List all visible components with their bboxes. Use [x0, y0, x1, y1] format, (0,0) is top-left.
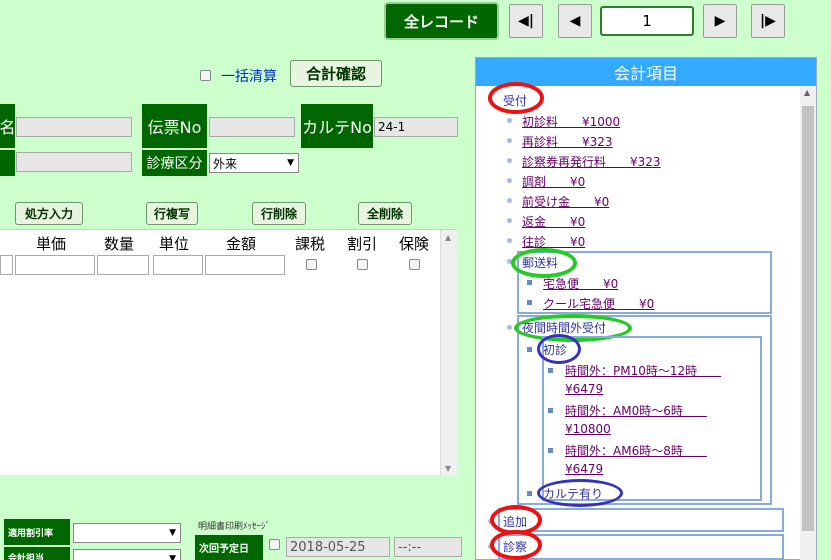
- bulk-settle-label: 一括清算: [221, 69, 277, 85]
- tree-item-first-visit-fee[interactable]: 初診料 ¥1000: [522, 113, 620, 130]
- chevron-down-icon: ▼: [169, 528, 176, 538]
- tree-square: [527, 347, 532, 352]
- name-label-row2: [0, 150, 15, 176]
- next-time-field[interactable]: --:--: [394, 537, 462, 557]
- prescription-input-button[interactable]: 処方入力: [15, 202, 83, 225]
- tree-item-revisit-fee[interactable]: 再診料 ¥323: [522, 133, 613, 150]
- slip-no-field[interactable]: [209, 117, 295, 137]
- col-header-insurance: 保険: [399, 235, 430, 253]
- grid-cell-quantity[interactable]: [97, 255, 149, 275]
- karte-no-field[interactable]: 24-1: [374, 117, 458, 137]
- col-header-taxable: 課税: [295, 235, 326, 253]
- tree-square: [527, 300, 532, 305]
- record-number-input[interactable]: 1: [600, 6, 694, 36]
- karte-no-label: カルテNo: [301, 104, 373, 148]
- grid-discount-checkbox[interactable]: [357, 259, 368, 270]
- tree-bullet: [507, 138, 512, 143]
- next-record-button[interactable]: ▶: [703, 4, 737, 38]
- tree-bullet: [507, 178, 512, 183]
- next-date-checkbox[interactable]: [269, 539, 280, 550]
- tree-item-refund[interactable]: 返金 ¥0: [522, 213, 585, 230]
- delete-row-button[interactable]: 行削除: [252, 202, 306, 225]
- grid-cell-prev[interactable]: [0, 255, 13, 275]
- tree-item-after-hours-am0[interactable]: 時間外：AM0時～6時: [565, 402, 707, 419]
- tree-bullet: [507, 325, 512, 330]
- tree-square: [527, 280, 532, 285]
- copy-row-button[interactable]: 行複写: [146, 202, 198, 225]
- dept-label: 診療区分: [142, 150, 207, 176]
- tree-item-after-hours-am6[interactable]: 時間外：AM6時～8時: [565, 442, 707, 459]
- tree-item-after-hours-am6-price[interactable]: ¥6479: [565, 462, 603, 476]
- name-field[interactable]: [16, 117, 132, 137]
- tree-item-house-call[interactable]: 往診 ¥0: [522, 233, 585, 250]
- panel-scroll-thumb[interactable]: [802, 106, 814, 531]
- scroll-up-icon[interactable]: ▲: [445, 233, 451, 242]
- grid-taxable-checkbox[interactable]: [306, 259, 317, 270]
- col-header-amount: 金額: [226, 235, 257, 253]
- grid-cell-unit-price[interactable]: [15, 255, 95, 275]
- tree-square: [527, 491, 532, 496]
- panel-title: 会計項目: [476, 58, 816, 86]
- tree-item-card-reissue-fee[interactable]: 診察券再発行料 ¥323: [522, 153, 661, 170]
- tree-item-courier[interactable]: 宅急便 ¥0: [543, 275, 618, 292]
- discount-rate-select[interactable]: ▼: [73, 523, 181, 543]
- last-record-button[interactable]: |▶: [751, 4, 785, 38]
- dept-select-value: 外来: [213, 156, 238, 171]
- tree-square: [548, 368, 553, 373]
- tree-item-dispensing[interactable]: 調剤 ¥0: [522, 173, 585, 190]
- highlight-ring: [511, 248, 577, 278]
- print-message-label: 明細書印刷ﾒｯｾｰｼﾞ: [198, 522, 271, 532]
- col-header-quantity: 数量: [104, 235, 135, 253]
- tree-bullet: [507, 158, 512, 163]
- grid-cell-unit[interactable]: [153, 255, 203, 275]
- tree-item-after-hours-am0-price[interactable]: ¥10800: [565, 422, 611, 436]
- tree-item-after-hours-pm10[interactable]: 時間外：PM10時～12時: [565, 362, 721, 379]
- highlight-ring: [537, 334, 581, 364]
- name-kana-field[interactable]: [16, 152, 132, 172]
- chevron-down-icon: ▼: [169, 554, 176, 560]
- col-header-unit: 単位: [159, 235, 190, 253]
- accounting-items-panel: 会計項目 受付 初診料 ¥1000 再診料 ¥323 診察券再発行料 ¥323 …: [475, 57, 817, 560]
- highlight-ring: [537, 479, 623, 507]
- col-header-unit-price: 単価: [36, 235, 67, 253]
- staff-select[interactable]: ▼: [73, 549, 181, 560]
- grid-insurance-checkbox[interactable]: [409, 259, 420, 270]
- first-record-button[interactable]: ◀|: [509, 4, 543, 38]
- tree-item-advance[interactable]: 前受け金 ¥0: [522, 193, 609, 210]
- staff-label: 会計担当: [4, 547, 70, 560]
- prev-record-button[interactable]: ◀: [558, 4, 592, 38]
- tree-item-after-hours-pm10-price[interactable]: ¥6479: [565, 382, 603, 396]
- tree-square: [548, 408, 553, 413]
- col-header-discount: 割引: [347, 235, 378, 253]
- highlight-ring: [488, 82, 544, 114]
- scroll-down-icon[interactable]: ▼: [445, 464, 451, 473]
- delete-all-button[interactable]: 全削除: [358, 202, 412, 225]
- dept-select[interactable]: 外来 ▼: [209, 153, 299, 173]
- discount-rate-label: 適用割引率: [4, 519, 70, 545]
- panel-scrollbar[interactable]: ▲: [800, 86, 816, 560]
- next-date-field[interactable]: 2018-05-25: [286, 537, 390, 557]
- chevron-down-icon: ▼: [287, 158, 294, 168]
- bulk-settle-checkbox[interactable]: [200, 70, 211, 81]
- line-items-grid: 単価 数量 単位 金額 課税 割引 保険 ▲ ▼: [0, 229, 457, 476]
- grid-scrollbar[interactable]: ▲ ▼: [440, 230, 457, 476]
- grid-cell-amount[interactable]: [205, 255, 285, 275]
- highlight-ring: [490, 530, 542, 560]
- tree-bullet: [507, 238, 512, 243]
- tree-item-cool-courier[interactable]: クール宅急便 ¥0: [543, 295, 654, 312]
- all-records-button[interactable]: 全レコード: [384, 2, 499, 40]
- slip-no-label: 伝票No: [142, 104, 207, 148]
- total-confirm-button[interactable]: 合計確認: [290, 60, 382, 87]
- name-label: 名: [0, 104, 16, 148]
- tree-square: [548, 448, 553, 453]
- scroll-up-icon[interactable]: ▲: [804, 88, 810, 97]
- tree-bullet: [507, 198, 512, 203]
- next-date-label: 次回予定日: [195, 535, 263, 560]
- tree-bullet: [507, 218, 512, 223]
- tree-bullet: [507, 118, 512, 123]
